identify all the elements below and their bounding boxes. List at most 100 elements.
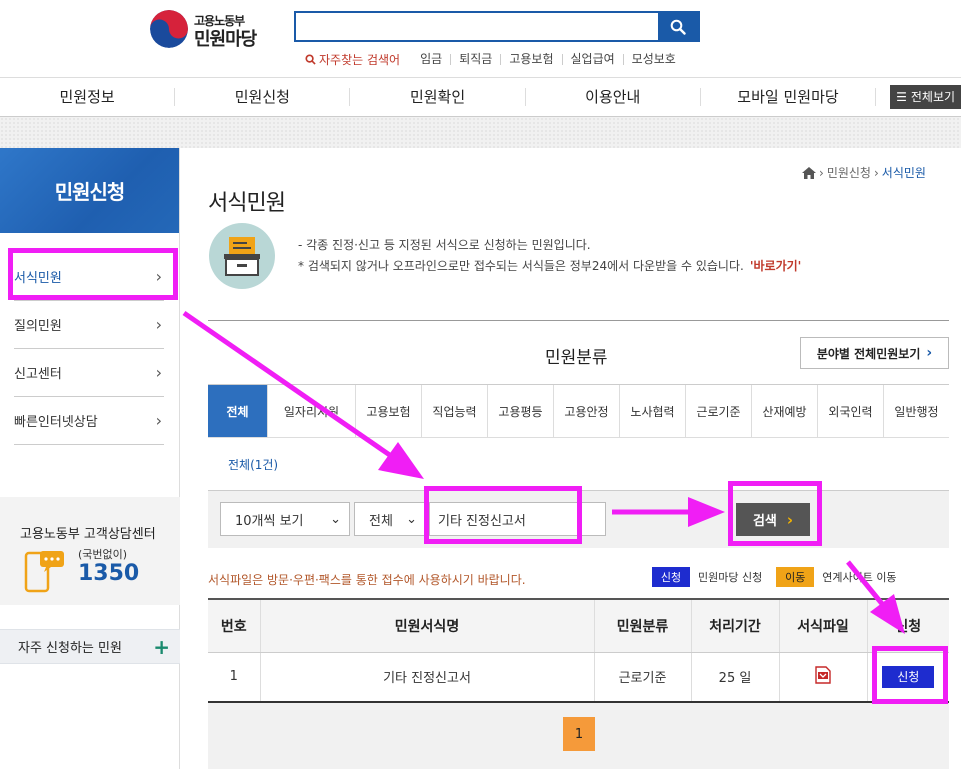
description-line: - 각종 진정·신고 등 지정된 서식으로 신청하는 민원입니다.: [298, 238, 591, 252]
sidebar-item-online-counsel[interactable]: 빠른인터넷상담 ›: [14, 397, 164, 445]
apply-button[interactable]: 신청: [882, 665, 935, 688]
gov24-shortcut-link[interactable]: '바로가기': [750, 259, 802, 273]
keyword-link[interactable]: 실업급여: [561, 53, 623, 65]
row-category: 근로기준: [593, 652, 691, 703]
decorative-band: [0, 117, 961, 148]
page-size-select[interactable]: 10개씩 보기 ⌄: [220, 502, 350, 536]
tab-vocational-skills[interactable]: 직업능력: [422, 385, 488, 437]
sidebar-item-form-complaint[interactable]: 서식민원 ›: [14, 253, 164, 301]
tab-labor-standards[interactable]: 근로기준: [686, 385, 752, 437]
gnb-item-check[interactable]: 민원확인: [350, 88, 526, 106]
sidebar-title: 민원신청: [0, 148, 179, 233]
site-search: [294, 11, 700, 42]
move-legend-text: 연계사이트 이동: [822, 571, 897, 584]
form-file-notice: 서식파일은 방문·우편·팩스를 통한 접수에 사용하시기 바랍니다.: [208, 573, 526, 587]
tab-employment-insurance[interactable]: 고용보험: [356, 385, 422, 437]
chevron-right-icon: ›: [155, 267, 162, 286]
site-search-input[interactable]: [296, 13, 658, 40]
search-icon: [670, 19, 686, 35]
apply-badge: 신청: [652, 567, 690, 587]
chevron-down-icon: ⌄: [406, 511, 417, 527]
form-search-button[interactable]: 검색 ›: [736, 503, 810, 536]
pdf-file-icon[interactable]: [815, 666, 831, 684]
chevron-right-icon: ›: [155, 411, 162, 430]
frequent-complaints-toggle[interactable]: 자주 신청하는 민원 +: [0, 629, 180, 664]
tab-labor-cooperation[interactable]: 노사협력: [620, 385, 686, 437]
tab-general-admin[interactable]: 일반행정: [884, 385, 949, 437]
breadcrumb-item[interactable]: 민원신청: [827, 164, 871, 181]
phone-chat-icon: [24, 549, 66, 597]
keyword-link[interactable]: 고용보험: [500, 53, 561, 65]
tab-foreign-workforce[interactable]: 외국인력: [818, 385, 884, 437]
customer-center-title: 고용노동부 고객상담센터: [20, 527, 156, 542]
scope-select[interactable]: 전체 ⌄: [354, 502, 426, 536]
frequent-complaints-label: 자주 신청하는 민원: [18, 641, 122, 656]
page-description: - 각종 진정·신고 등 지정된 서식으로 신청하는 민원입니다. * 검색되지…: [298, 235, 801, 277]
filter-bar: 10개씩 보기 ⌄ 전체 ⌄ 검색 ›: [208, 490, 949, 548]
sidebar-menu: 서식민원 › 질의민원 › 신고센터 › 빠른인터넷상담 ›: [14, 253, 164, 445]
tab-job-support[interactable]: 일자리지원: [268, 385, 356, 437]
sidebar-item-label: 빠른인터넷상담: [14, 415, 98, 430]
legend: 신청 민원마당 신청 이동 연계사이트 이동: [652, 567, 897, 587]
popular-keywords: 자주찾는 검색어 임금 퇴직금 고용보험 실업급여 모성보호: [305, 51, 684, 67]
chevron-right-icon: ›: [873, 165, 879, 180]
customer-center-box: 고용노동부 고객상담센터 (국번없이) 1350: [0, 497, 180, 605]
view-all-menu-button[interactable]: ☰ 전체보기: [890, 85, 961, 109]
tab-employment-equality[interactable]: 고용평등: [488, 385, 554, 437]
gnb-item-apply[interactable]: 민원신청: [175, 88, 351, 106]
view-all-by-field-button[interactable]: 분야별 전체민원보기 ›: [800, 337, 949, 369]
column-header: 처리기간: [690, 599, 779, 653]
description-line: * 검색되지 않거나 오프라인으로만 접수되는 서식들은 정부24에서 다운받을…: [298, 259, 802, 273]
keyword-link[interactable]: 모성보호: [622, 53, 684, 65]
column-header: 민원서식명: [259, 599, 594, 653]
popular-keywords-label: 자주찾는 검색어: [305, 51, 400, 68]
category-title: 민원분류: [545, 348, 608, 368]
column-header: 신청: [866, 599, 949, 653]
taegeuk-logo-icon: [150, 10, 188, 48]
column-header: 번호: [208, 599, 260, 653]
chevron-right-icon: ›: [786, 510, 794, 529]
section-divider: [208, 320, 949, 321]
site-search-button[interactable]: [658, 13, 698, 40]
page-number-current[interactable]: 1: [563, 717, 595, 751]
form-search-input[interactable]: [429, 502, 606, 536]
keyword-link[interactable]: 퇴직금: [450, 53, 500, 65]
document-box-icon: [209, 223, 275, 289]
customer-center-note: (국번없이): [78, 548, 128, 561]
arrow-head: [378, 442, 424, 479]
sidebar: 민원신청 서식민원 › 질의민원 › 신고센터 › 빠른인터넷상담 ›: [0, 148, 180, 769]
gnb-item-info[interactable]: 민원정보: [0, 88, 176, 106]
row-form-name[interactable]: 기타 진정신고서: [259, 652, 594, 703]
keyword-link[interactable]: 임금: [412, 53, 450, 65]
breadcrumb: › 민원신청 › 서식민원: [802, 164, 926, 181]
ministry-logo[interactable]: 고용노동부 민원마당: [150, 10, 270, 50]
tab-employment-stability[interactable]: 고용안정: [554, 385, 620, 437]
gnb-item-mobile[interactable]: 모바일 민원마당: [701, 88, 877, 106]
table-row: 1 기타 진정신고서 근로기준 25 일 신청: [208, 652, 949, 703]
plus-icon: +: [153, 634, 170, 659]
global-nav: 민원정보 민원신청 민원확인 이용안내 모바일 민원마당 ☰ 전체보기: [0, 77, 961, 117]
chevron-down-icon: ⌄: [330, 511, 341, 527]
breadcrumb-current: 서식민원: [881, 166, 926, 180]
sidebar-item-report-center[interactable]: 신고센터 ›: [14, 349, 164, 397]
home-icon[interactable]: [802, 166, 816, 179]
apply-legend-text: 민원마당 신청: [698, 571, 763, 584]
row-period: 25 일: [690, 652, 779, 703]
logo-site-name: 민원마당: [194, 29, 257, 50]
form-list-table: 번호 민원서식명 민원분류 처리기간 서식파일 신청 1 기타 진정신고서 근로…: [208, 598, 949, 703]
tab-all[interactable]: 전체: [208, 385, 268, 437]
chevron-right-icon: ›: [155, 363, 162, 382]
chevron-right-icon: ›: [155, 315, 162, 334]
table-header-row: 번호 민원서식명 민원분류 처리기간 서식파일 신청: [208, 599, 949, 653]
result-count: 전체(1건): [228, 458, 279, 472]
pagination: 1: [208, 703, 949, 769]
sidebar-item-inquiry[interactable]: 질의민원 ›: [14, 301, 164, 349]
sidebar-item-label: 신고센터: [14, 367, 62, 382]
hamburger-icon: ☰: [896, 90, 907, 104]
tab-accident-prevention[interactable]: 산재예방: [752, 385, 818, 437]
chevron-right-icon: ›: [926, 345, 933, 361]
search-icon: [305, 53, 316, 65]
sidebar-item-label: 서식민원: [14, 271, 62, 286]
gnb-item-guide[interactable]: 이용안내: [526, 88, 701, 106]
chevron-right-icon: ›: [819, 165, 824, 180]
